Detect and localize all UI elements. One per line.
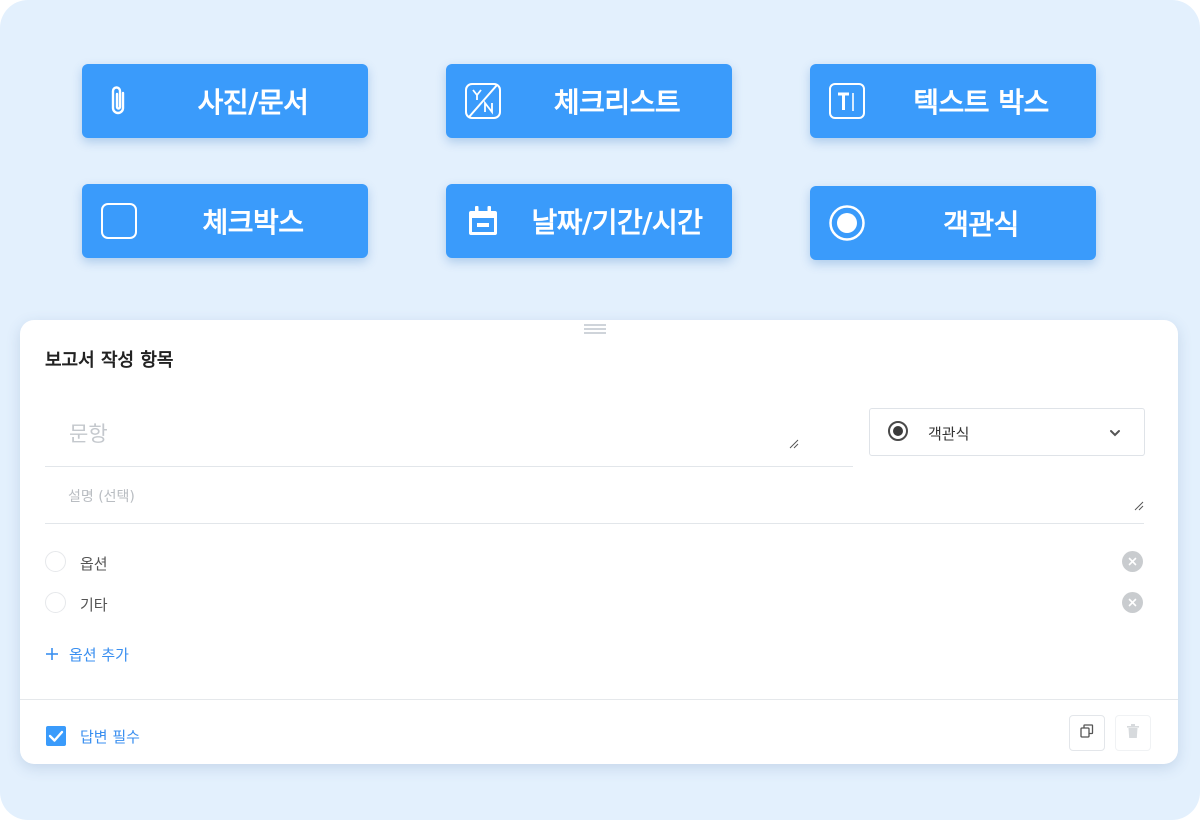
remove-option-icon[interactable] bbox=[1122, 592, 1143, 613]
option-radio[interactable] bbox=[45, 551, 66, 572]
type-button-text-box[interactable]: 텍스트 박스 bbox=[810, 64, 1096, 138]
footer-divider bbox=[20, 699, 1178, 700]
yes-no-icon bbox=[464, 82, 502, 120]
plus-icon bbox=[45, 647, 59, 661]
calendar-icon bbox=[464, 202, 502, 240]
type-button-label: 텍스트 박스 bbox=[913, 86, 1049, 119]
type-button-checkbox[interactable]: 체크박스 bbox=[82, 184, 368, 258]
option-row: 옵션 bbox=[45, 550, 1143, 574]
question-card: 보고서 작성 항목 문항 객관식 설명 (선택) 옵션 기타 옵션 추가 답변 … bbox=[20, 320, 1178, 764]
trash-icon bbox=[1126, 723, 1140, 743]
question-type-select[interactable]: 객관식 bbox=[869, 408, 1145, 456]
option-label[interactable]: 옵션 bbox=[80, 553, 108, 574]
resize-handle-icon[interactable] bbox=[1134, 496, 1144, 511]
type-button-multiple-choice[interactable]: 객관식 bbox=[810, 186, 1096, 260]
card-title: 보고서 작성 항목 bbox=[45, 350, 174, 371]
type-button-checklist[interactable]: 체크리스트 bbox=[446, 64, 732, 138]
required-label[interactable]: 답변 필수 bbox=[80, 726, 140, 747]
delete-button[interactable] bbox=[1115, 715, 1151, 751]
description-placeholder: 설명 (선택) bbox=[68, 489, 135, 505]
canvas: 사진/문서 체크리스트 텍스트 박스 체크박스 날짜/기간/시간 객관식 보고서… bbox=[0, 0, 1200, 820]
option-radio[interactable] bbox=[45, 592, 66, 613]
resize-handle-icon[interactable] bbox=[789, 434, 799, 449]
paperclip-icon bbox=[100, 82, 138, 120]
radio-icon bbox=[828, 204, 866, 242]
type-button-label: 날짜/기간/시간 bbox=[531, 206, 703, 239]
radio-icon bbox=[888, 421, 908, 441]
drag-handle-icon[interactable] bbox=[584, 322, 606, 336]
type-button-label: 객관식 bbox=[943, 208, 1019, 241]
type-button-date-time[interactable]: 날짜/기간/시간 bbox=[446, 184, 732, 258]
description-input[interactable]: 설명 (선택) bbox=[45, 470, 1144, 524]
remove-option-icon[interactable] bbox=[1122, 551, 1143, 572]
option-row: 기타 bbox=[45, 591, 1143, 615]
add-option-button[interactable]: 옵션 추가 bbox=[45, 643, 129, 665]
chevron-down-icon bbox=[1108, 425, 1122, 439]
question-placeholder: 문항 bbox=[69, 422, 108, 446]
add-option-label: 옵션 추가 bbox=[69, 645, 129, 664]
type-button-label: 체크리스트 bbox=[553, 86, 681, 119]
text-box-icon bbox=[828, 82, 866, 120]
duplicate-button[interactable] bbox=[1069, 715, 1105, 751]
required-checkbox[interactable] bbox=[46, 726, 66, 746]
question-type-selected: 객관식 bbox=[928, 425, 970, 443]
option-label[interactable]: 기타 bbox=[80, 594, 108, 615]
type-button-photo-document[interactable]: 사진/문서 bbox=[82, 64, 368, 138]
type-button-label: 사진/문서 bbox=[197, 86, 309, 119]
type-button-label: 체크박스 bbox=[202, 206, 304, 239]
question-input[interactable]: 문항 bbox=[45, 408, 853, 467]
copy-icon bbox=[1079, 723, 1095, 743]
checkbox-icon bbox=[100, 202, 138, 240]
